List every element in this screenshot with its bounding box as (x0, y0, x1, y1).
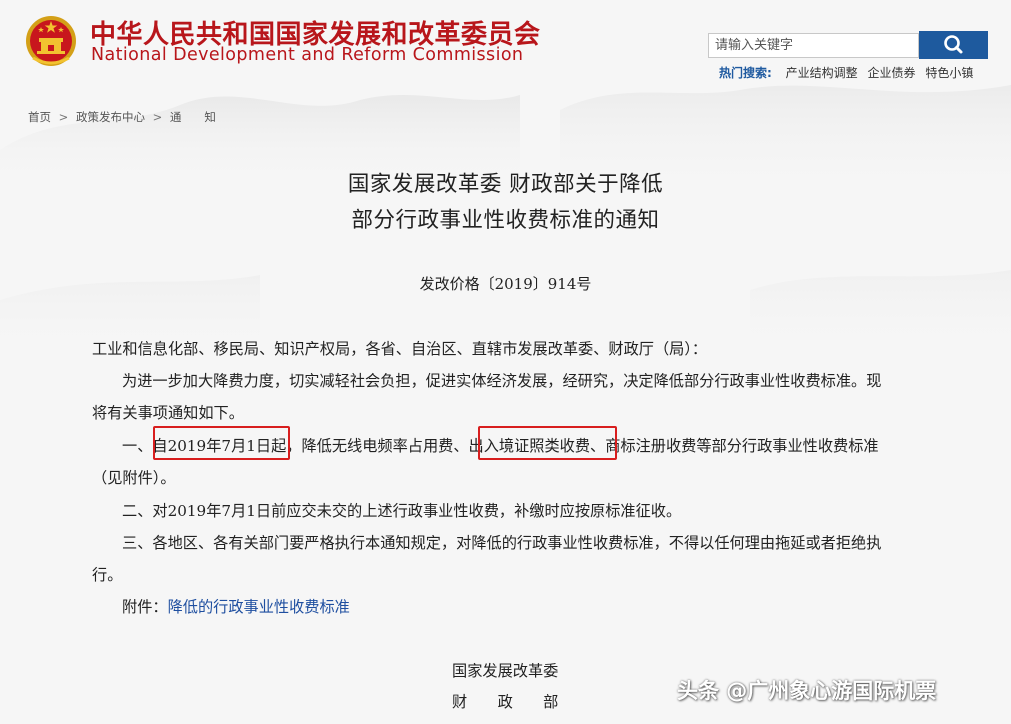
item2: 二、对2019年7月1日前应交未交的上述行政事业性收费，补缴时应按原标准征收。 (122, 502, 682, 520)
item1-rest: 、商标注册收费等部分行政事业性收费标准 (590, 437, 879, 455)
watermark: 头条 @广州象心游国际机票 (677, 679, 937, 703)
document-title-line1: 国家发展改革委 财政部关于降低 (347, 172, 664, 197)
addressee: 工业和信息化部、移民局、知识产权局，各省、自治区、直辖市发展改革委、财政厅（局）… (92, 340, 708, 358)
intro-line1: 为进一步加大降费力度，切实减轻社会负担，促进实体经济发展，经研究，决定降低部分行… (122, 372, 882, 390)
item3-line2: 行。 (92, 566, 123, 584)
signer-mof: 财 政 部 (452, 693, 559, 711)
item1-line2: （见附件）。 (92, 469, 176, 487)
intro-line2: 将有关事项通知如下。 (92, 404, 244, 422)
document-number: 发改价格〔2019〕914号 (419, 275, 592, 293)
item1-mid: ，降低无线电频率占用费、 (286, 437, 469, 455)
item1-prefix: 一、 (122, 437, 153, 455)
attachment-label: 附件： (122, 598, 168, 616)
item1-fee: 出入境证照类收费 (468, 437, 591, 455)
item1-line1: 一、自2019年7月1日起，降低无线电频率占用费、出入境证照类收费、商标注册收费… (122, 434, 879, 456)
item3-line1: 三、各地区、各有关部门要严格执行本通知规定，对降低的行政事业性收费标准，不得以任… (122, 534, 882, 552)
document-body: 国家发展改革委 财政部关于降低 部分行政事业性收费标准的通知 发改价格〔2019… (0, 0, 1011, 724)
signer-ndrc: 国家发展改革委 (452, 662, 559, 680)
attachment-link[interactable]: 降低的行政事业性收费标准 (168, 598, 350, 616)
document-title-line2: 部分行政事业性收费标准的通知 (351, 208, 660, 233)
item1-date: 自2019年7月1日起 (152, 437, 287, 455)
attachment-line: 附件：降低的行政事业性收费标准 (122, 595, 350, 617)
